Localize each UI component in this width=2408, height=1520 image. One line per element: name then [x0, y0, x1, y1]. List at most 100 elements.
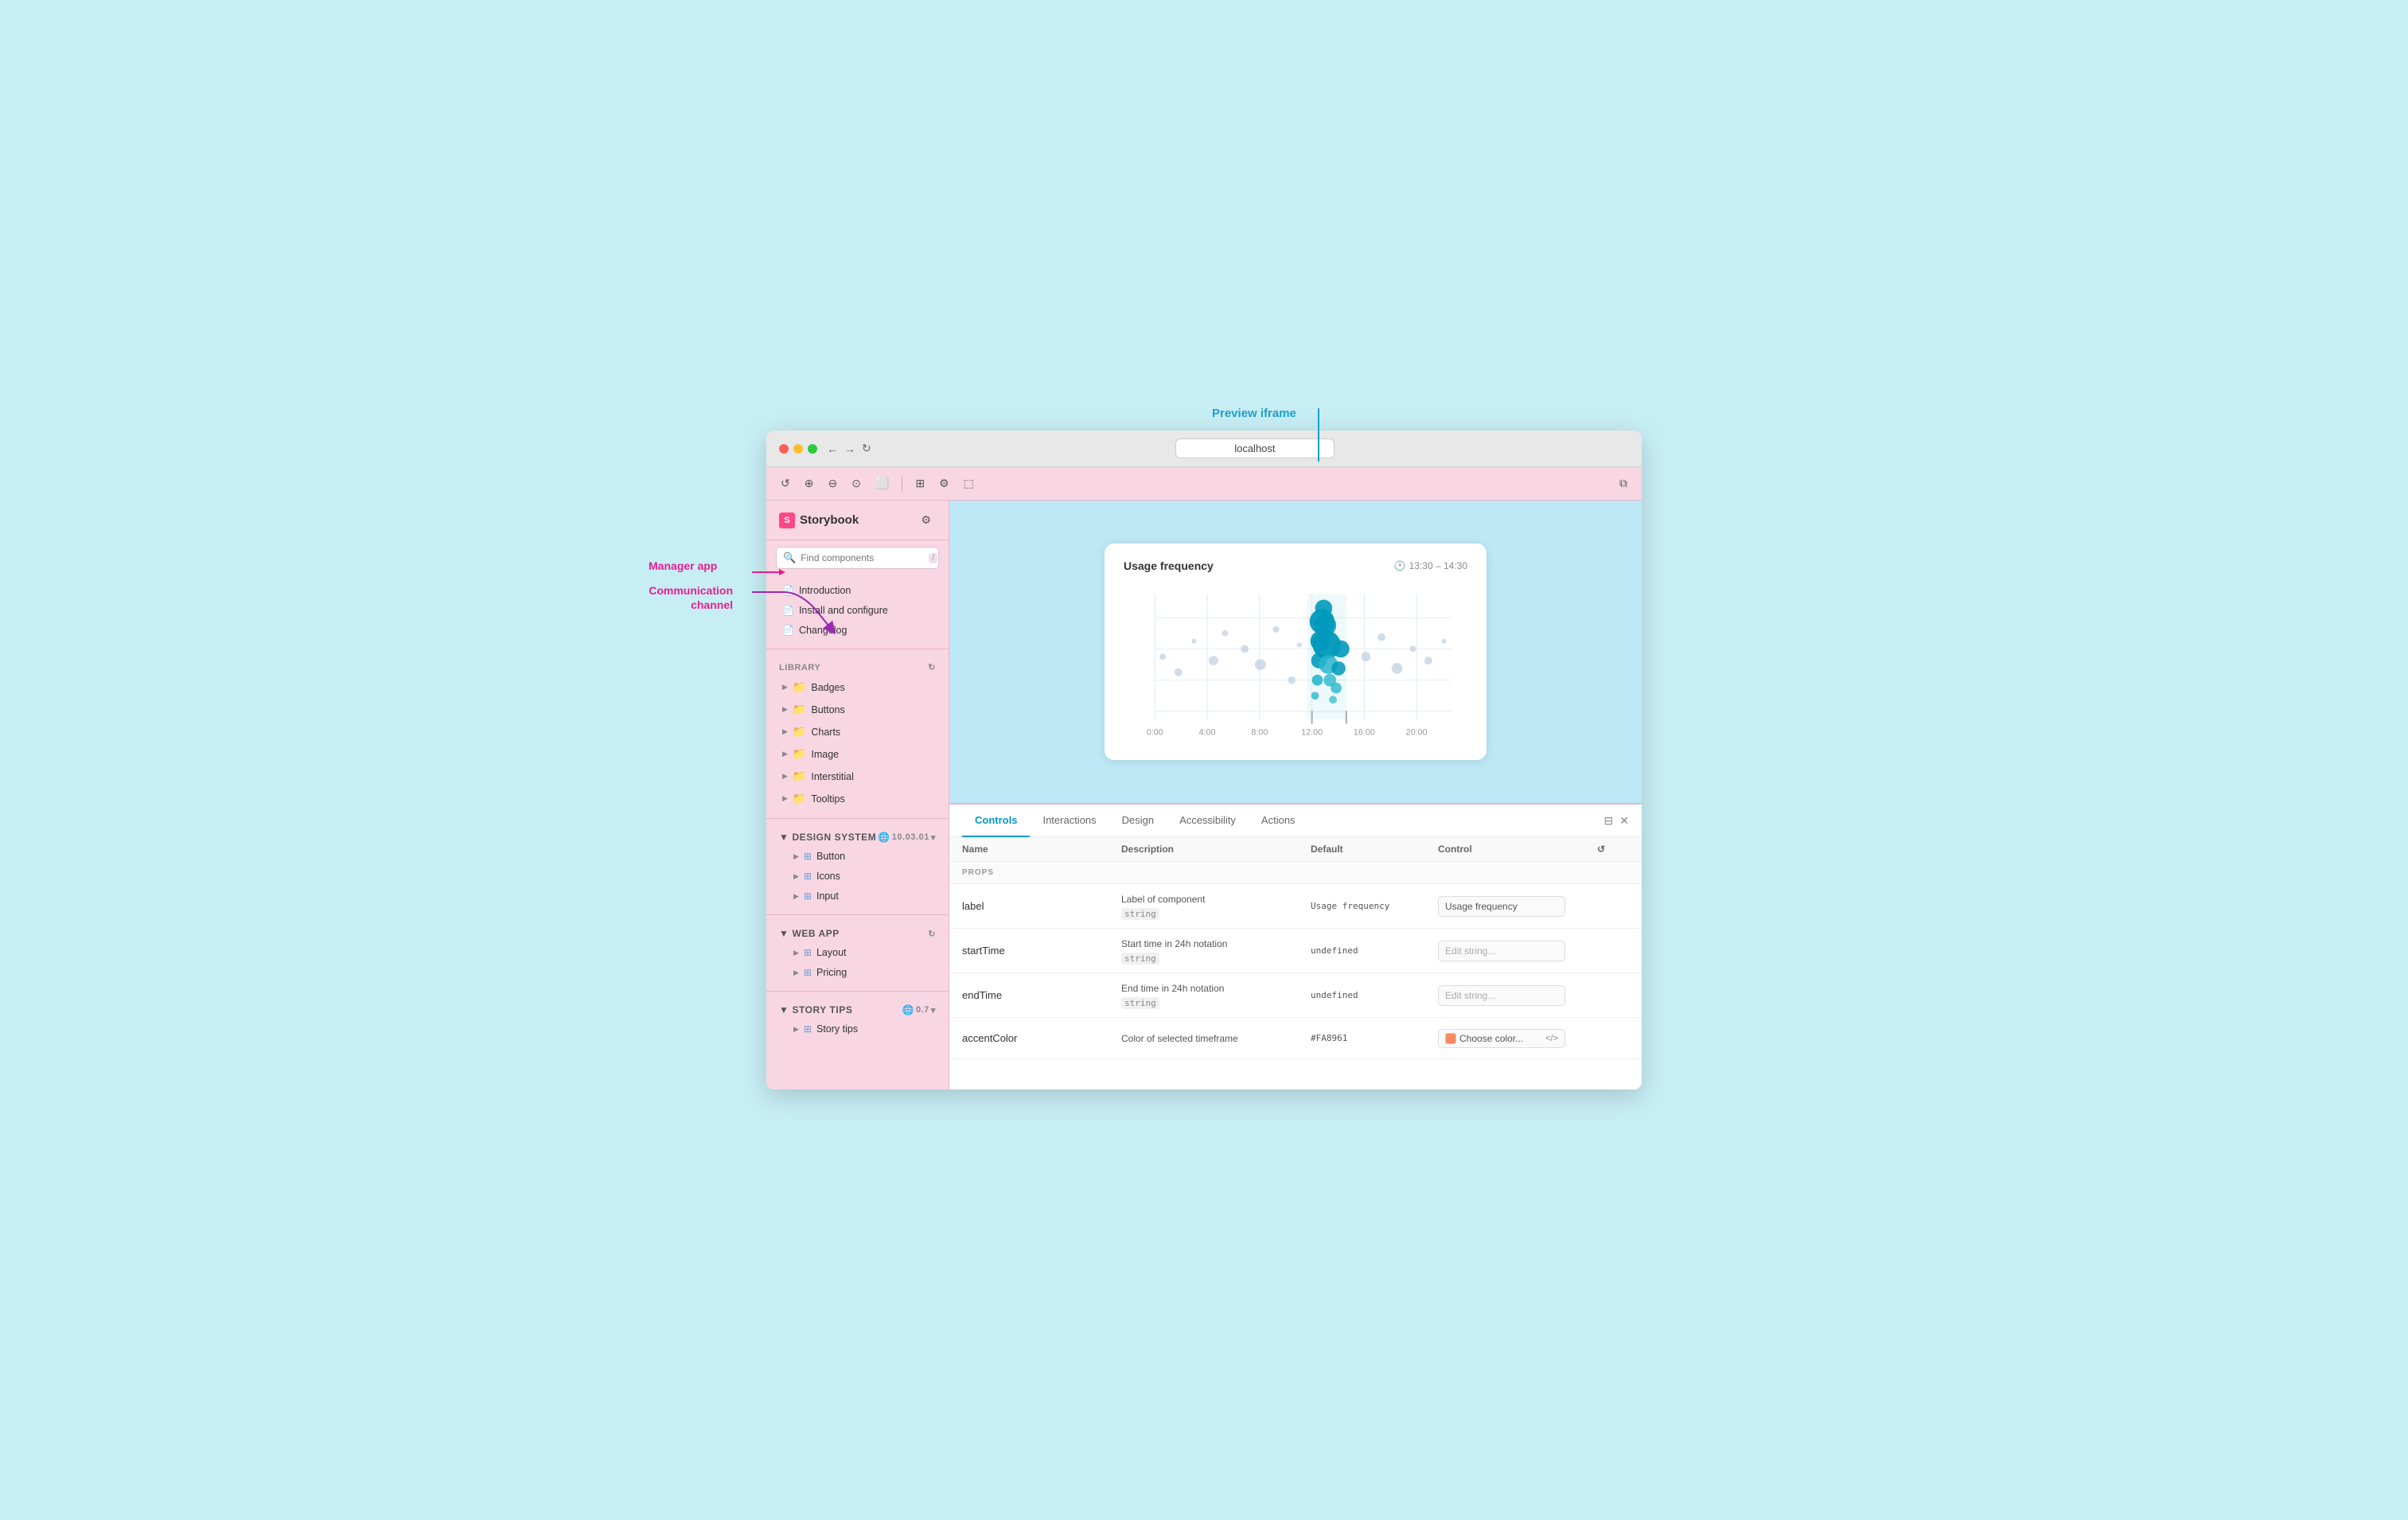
chart-time: 🕐 13:30 – 14:30 — [1394, 560, 1467, 571]
sidebar-item-badges[interactable]: ▶ 📁 Badges — [773, 676, 942, 698]
comm-channel-label: Communication channel — [629, 583, 733, 612]
col-reset[interactable]: ↺ — [1597, 844, 1629, 855]
zoom-out-btn[interactable]: ⊖ — [823, 474, 842, 493]
chart-svg: 0:00 4:00 8:00 12:00 16:00 20:00 — [1124, 585, 1467, 744]
prop-control-accentcolor: Choose color... </> — [1438, 1029, 1597, 1048]
sidebar-item-interstitial[interactable]: ▶ 📁 Interstitial — [773, 766, 942, 787]
version-chevron-icon: ▾ — [931, 1005, 936, 1015]
search-input[interactable] — [801, 552, 924, 563]
chevron-icon: ▶ — [782, 772, 788, 781]
col-description: Description — [1121, 844, 1311, 855]
preview-area: Usage frequency 🕐 13:30 – 14:30 — [949, 501, 1642, 803]
endtime-input[interactable] — [1438, 985, 1565, 1006]
search-shortcut: / — [929, 553, 937, 563]
tab-design[interactable]: Design — [1109, 805, 1167, 837]
library-refresh-icon[interactable]: ↻ — [928, 662, 936, 672]
sidebar-item-icons[interactable]: ▶ ⊞ Icons — [773, 867, 942, 886]
sidebar-item-label: Image — [811, 749, 839, 760]
starttime-input[interactable] — [1438, 941, 1565, 961]
color-value: Choose color... — [1459, 1033, 1542, 1044]
grid-btn[interactable]: ⊞ — [910, 474, 929, 493]
reload-button[interactable]: ↻ — [862, 442, 871, 455]
controls-panel: Controls Interactions Design Accessibili… — [949, 803, 1642, 1089]
forward-button[interactable]: → — [844, 442, 855, 455]
sidebar-item-button[interactable]: ▶ ⊞ Button — [773, 847, 942, 866]
tab-actions[interactable]: Actions — [1249, 805, 1308, 837]
prop-desc-label: Label of component string — [1121, 892, 1311, 920]
sidebar-item-changelog[interactable]: 📄 Changelog — [773, 621, 942, 640]
search-icon: 🔍 — [783, 551, 796, 564]
sidebar-item-introduction[interactable]: 📄 Introduction — [773, 581, 942, 600]
sidebar-item-pricing[interactable]: ▶ ⊞ Pricing — [773, 963, 942, 982]
refresh-btn[interactable]: ↺ — [776, 474, 795, 493]
prop-default-label: Usage frequency — [1311, 901, 1438, 911]
doc-icon: 📄 — [782, 605, 794, 616]
web-app-section: ▼ WEB APP ↻ ▶ ⊞ Layout ▶ ⊞ — [766, 918, 949, 988]
browser-url-bar: localhost — [881, 438, 1629, 458]
close-button[interactable] — [779, 444, 789, 454]
label-input[interactable] — [1438, 896, 1565, 917]
tab-interactions[interactable]: Interactions — [1030, 805, 1109, 837]
traffic-lights — [779, 444, 817, 454]
story-tips-version[interactable]: 🌐 0.7 ▾ — [902, 1004, 936, 1015]
sidebar-item-tooltips[interactable]: ▶ 📁 Tooltips — [773, 788, 942, 809]
doc-icon: 📄 — [782, 585, 794, 596]
folder-icon: 📁 — [793, 747, 806, 761]
divider-4 — [766, 991, 949, 992]
split-view-icon[interactable]: ⊟ — [1604, 814, 1614, 828]
story-tips-header: ▼ Story tips 🌐 0.7 ▾ — [766, 1000, 949, 1019]
color-code-toggle[interactable]: </> — [1545, 1034, 1558, 1043]
settings-btn[interactable]: ⚙ — [934, 474, 954, 493]
url-input[interactable]: localhost — [1175, 438, 1335, 458]
controls-table: Name Description Default Control ↺ PROPS… — [949, 837, 1642, 1089]
web-app-refresh-icon[interactable]: ↻ — [928, 929, 936, 939]
back-button[interactable]: ← — [827, 442, 838, 455]
app-toolbar: ↺ ⊕ ⊖ ⊙ ⬜ ⊞ ⚙ ⬚ ⧉ — [766, 467, 1642, 501]
sidebar-settings-btn[interactable]: ⚙ — [916, 510, 936, 530]
sidebar-item-buttons[interactable]: ▶ 📁 Buttons — [773, 699, 942, 720]
preview-iframe-label: Preview iframe — [1212, 407, 1296, 420]
sidebar-item-install[interactable]: 📄 Install and configure — [773, 601, 942, 620]
storybook-view-btn[interactable]: ⬚ — [959, 474, 979, 493]
library-label: LIBRARY — [779, 663, 820, 672]
tab-controls[interactable]: Controls — [962, 805, 1030, 837]
maximize-button[interactable] — [808, 444, 817, 454]
component-icon: ⊞ — [804, 947, 812, 958]
folder-icon: 📁 — [793, 725, 806, 739]
story-tips-label: Story tips — [792, 1004, 852, 1015]
prop-control-label — [1438, 896, 1597, 917]
sidebar-item-story-tips[interactable]: ▶ ⊞ Story tips — [773, 1019, 942, 1039]
close-panel-icon[interactable]: ✕ — [1619, 814, 1629, 828]
sidebar-item-layout[interactable]: ▶ ⊞ Layout — [773, 943, 942, 962]
design-system-section: ▼ Design system 🌐 10.03.01 ▾ ▶ ⊞ — [766, 822, 949, 911]
design-system-version[interactable]: 🌐 10.03.01 ▾ — [878, 832, 936, 843]
color-swatch — [1445, 1033, 1456, 1044]
sidebar-item-input[interactable]: ▶ ⊞ Input — [773, 887, 942, 906]
sidebar-item-charts[interactable]: ▶ 📁 Charts — [773, 721, 942, 742]
chevron-icon: ▶ — [782, 727, 788, 736]
storybook-icon: S — [779, 513, 795, 528]
external-btn[interactable]: ⧉ — [1615, 474, 1632, 493]
chevron-icon: ▶ — [782, 794, 788, 803]
color-picker[interactable]: Choose color... </> — [1438, 1029, 1565, 1048]
fullscreen-btn[interactable]: ⬜ — [871, 474, 894, 493]
sidebar-item-label: Badges — [811, 682, 844, 693]
outer-wrapper: Preview iframe Manager app Communication… — [766, 431, 1642, 1089]
doc-icon: 📄 — [782, 625, 794, 636]
sidebar-item-label: Install and configure — [799, 605, 888, 616]
prop-default-accentcolor: #FA8961 — [1311, 1033, 1438, 1043]
svg-text:12:00: 12:00 — [1301, 727, 1323, 737]
web-app-header: ▼ WEB APP ↻ — [766, 923, 949, 942]
svg-text:8:00: 8:00 — [1251, 727, 1268, 737]
svg-text:20:00: 20:00 — [1406, 727, 1428, 737]
sidebar-item-label: Tooltips — [811, 793, 844, 805]
zoom-in-btn[interactable]: ⊕ — [800, 474, 819, 493]
table-row: startTime Start time in 24h notation str… — [949, 929, 1642, 973]
chevron-down-icon: ▼ — [779, 1004, 789, 1015]
tab-accessibility[interactable]: Accessibility — [1167, 805, 1249, 837]
version-chevron-icon: ▾ — [931, 832, 936, 843]
sidebar-item-image[interactable]: ▶ 📁 Image — [773, 743, 942, 765]
prop-name-label: label — [962, 900, 1121, 912]
zoom-reset-btn[interactable]: ⊙ — [847, 474, 866, 493]
minimize-button[interactable] — [793, 444, 803, 454]
